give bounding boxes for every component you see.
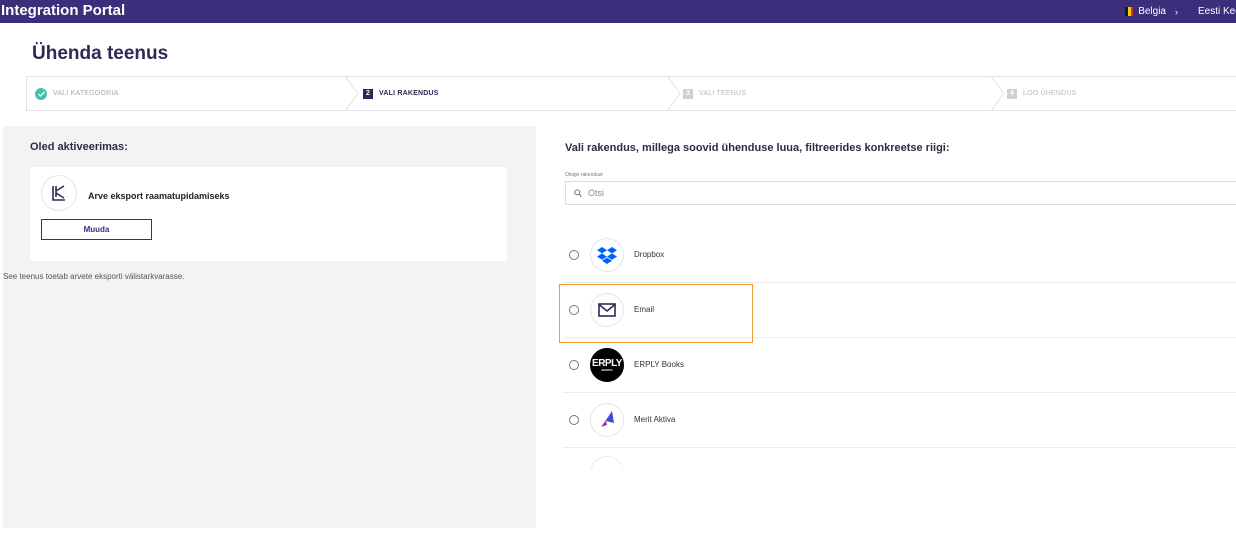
step-number: 4 — [1007, 88, 1017, 99]
step-loo-uhendus[interactable]: 4 LOO ÜHENDUS — [1007, 77, 1077, 110]
step-separator — [667, 76, 681, 111]
app-option-erply-books[interactable]: ERPLY BOOKS ERPLY Books — [563, 338, 1236, 393]
app-option-merit-aktiva[interactable]: Merit Aktiva — [563, 393, 1236, 448]
step-separator — [345, 76, 359, 111]
radio-button[interactable] — [569, 250, 579, 260]
erply-logo-subtext: BOOKS — [601, 367, 613, 372]
portal-brand[interactable]: Integration Portal — [0, 0, 125, 23]
step-vali-kategooria[interactable]: VALI KATEGOORIA — [35, 77, 118, 110]
step-number: 3 — [683, 88, 693, 99]
chevron-right-icon: › — [1175, 6, 1178, 17]
change-button[interactable]: Muuda — [41, 219, 152, 240]
language-selector[interactable]: Eesti Keel — [1198, 6, 1236, 17]
step-vali-rakendus[interactable]: 2 VALI RAKENDUS — [363, 77, 439, 110]
app-name: ERPLY Books — [634, 360, 684, 369]
step-label: VALI TEENUS — [699, 90, 747, 97]
topbar-right: Belgia › Eesti Keel — [1125, 0, 1236, 23]
app-name: Dropbox — [634, 250, 665, 259]
service-name: Arve eksport raamatupidamiseks — [88, 191, 230, 201]
step-number: 2 — [363, 88, 373, 99]
service-card: Arve eksport raamatupidamiseks Muuda — [30, 167, 507, 261]
radio-button[interactable] — [569, 415, 579, 425]
search-field[interactable] — [565, 181, 1236, 205]
radio-button[interactable] — [569, 305, 579, 315]
app-name: Merit Aktiva — [634, 415, 676, 424]
search-icon — [574, 189, 582, 197]
step-label: LOO ÜHENDUS — [1023, 90, 1077, 97]
dropbox-icon — [590, 238, 624, 272]
stepper: VALI KATEGOORIA 2 VALI RAKENDUS 3 VALI T… — [26, 76, 1236, 111]
step-vali-teenus[interactable]: 3 VALI TEENUS — [683, 77, 746, 110]
app-option-email[interactable]: Email — [563, 283, 1236, 338]
app-name: Email — [634, 305, 655, 314]
app-selection-heading: Vali rakendus, millega soovid ühenduse l… — [565, 142, 950, 154]
step-label: VALI RAKENDUS — [379, 90, 439, 97]
app-logo-partial — [590, 456, 624, 470]
search-label: Otsige rakendust — [565, 172, 603, 178]
belgium-flag-icon — [1125, 7, 1134, 16]
check-icon — [35, 87, 47, 100]
erply-books-logo: ERPLY BOOKS — [590, 348, 624, 382]
erply-logo-text: ERPLY — [592, 357, 622, 369]
country-selector[interactable]: Belgia › — [1125, 6, 1178, 17]
radio-button[interactable] — [569, 360, 579, 370]
step-label: VALI KATEGOORIA — [53, 90, 119, 97]
country-label: Belgia — [1138, 6, 1166, 17]
top-bar: Integration Portal Belgia › Eesti Keel — [0, 0, 1236, 23]
activating-panel: Oled aktiveerimas: Arve eksport raamatup… — [3, 126, 536, 528]
service-note: See teenus toetab arvete eksporti välist… — [3, 272, 185, 281]
mail-icon — [590, 293, 624, 327]
activating-heading: Oled aktiveerimas: — [30, 141, 128, 153]
step-separator — [991, 76, 1005, 111]
export-service-icon — [41, 175, 77, 211]
search-input[interactable] — [588, 188, 788, 198]
page-title: Ühenda teenus — [32, 43, 169, 64]
merit-aktiva-logo — [590, 403, 624, 437]
app-option-dropbox[interactable]: Dropbox — [563, 228, 1236, 283]
